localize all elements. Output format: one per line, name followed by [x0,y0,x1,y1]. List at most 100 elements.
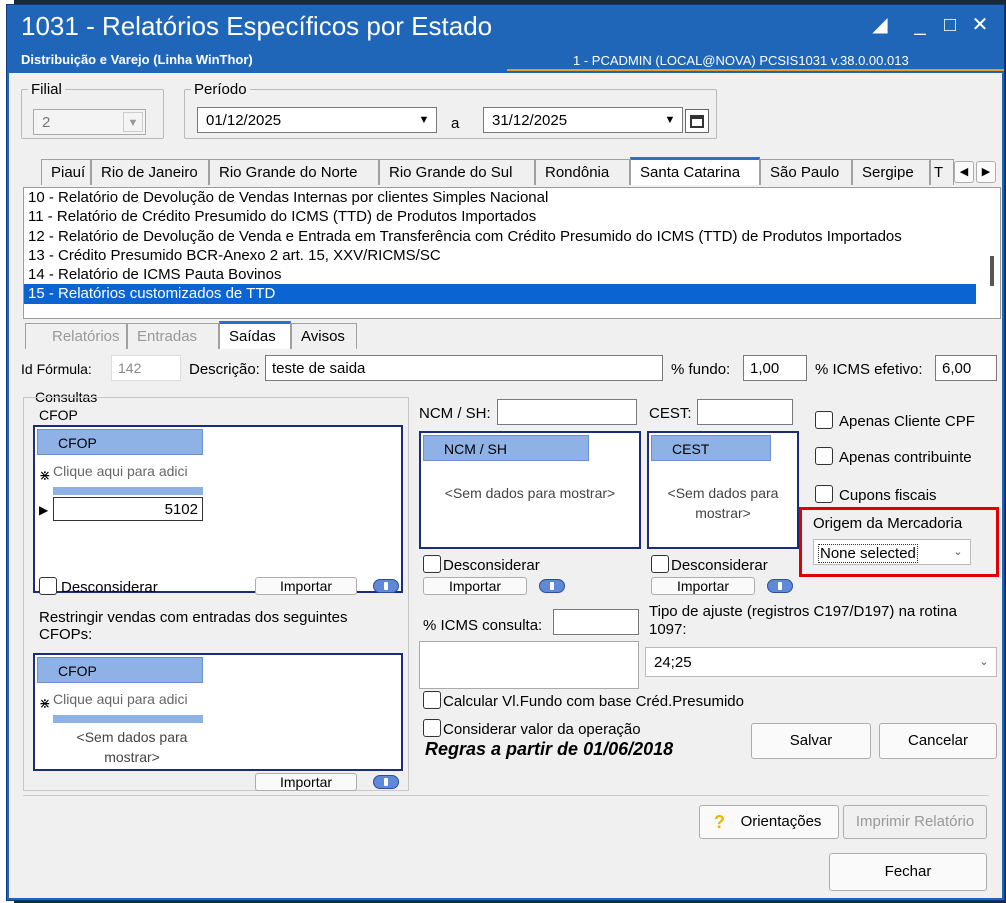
ajuste-label: Tipo de ajuste (registros C197/D197) na … [649,603,957,638]
tab-sergipe[interactable]: Sergipe [852,159,930,185]
grid-divider [53,715,203,723]
restore-icon[interactable]: ◢ [865,11,895,39]
tab-avisos[interactable]: Avisos [291,323,357,349]
cancelar-button[interactable]: Cancelar [879,723,997,759]
ncm-field[interactable] [497,399,637,425]
list-item[interactable]: 10 - Relatório de Devolução de Vendas In… [24,188,1000,207]
tab-entradas[interactable]: Entradas [127,323,219,349]
chevron-down-icon[interactable]: ▼ [660,110,680,130]
regras-text: Regras a partir de 01/06/2018 [425,739,674,759]
ncm-nodata: <Sem dados para mostrar> [444,485,616,501]
ncm-desconsiderar-checkbox[interactable] [423,555,441,573]
restringir-importar-button[interactable]: Importar [255,773,357,791]
period-end-date[interactable]: 31/12/2025 ▼ [483,107,683,133]
contribuinte-checkbox[interactable] [815,447,833,465]
icms-consulta-area[interactable] [419,641,639,689]
cpf-label: Apenas Cliente CPF [839,413,975,430]
restringir-new-row[interactable]: Clique aqui para adici [53,691,188,707]
tab-relatorios[interactable]: Relatórios [25,323,127,349]
imprimir-button[interactable]: Imprimir Relatório [843,805,987,839]
window-subtitle: Distribuição e Varejo (Linha WinThor) [21,52,253,67]
period-start-date[interactable]: 01/12/2025 ▼ [197,107,437,133]
list-item[interactable]: 12 - Relatório de Devolução de Venda e E… [24,227,1000,246]
origem-label: Origem da Mercadoria [813,515,963,532]
tab-rio-grande-do-sul[interactable]: Rio Grande do Sul [379,159,535,185]
descricao-label: Descrição: [189,361,260,378]
tab-piaui[interactable]: Piauí [41,159,91,185]
scroll-right-icon[interactable]: ▶ [976,161,996,183]
tab-t[interactable]: T [930,159,954,185]
row-pointer-icon: ▶ [39,503,49,517]
chevron-down-icon[interactable]: ▼ [123,112,143,132]
fundo-field[interactable]: 1,00 [743,355,807,381]
list-item-selected[interactable]: 15 - Relatórios customizados de TTD [24,284,976,304]
tab-rio-de-janeiro[interactable]: Rio de Janeiro [91,159,209,185]
cest-desconsiderar-checkbox[interactable] [651,555,669,573]
toggle-icon[interactable] [767,579,793,593]
fechar-button[interactable]: Fechar [829,853,987,891]
new-row-marker-icon: ⋇ [39,467,51,483]
calendar-icon[interactable] [685,109,709,133]
cfop-label: CFOP [39,407,78,423]
client-area: Filial 2 ▼ Período 01/12/2025 ▼ a 31/12/… [9,73,1002,898]
cfop-new-row[interactable]: Clique aqui para adici [53,463,188,479]
cest-label: CEST: [649,405,692,422]
tab-sao-paulo[interactable]: São Paulo [760,159,852,185]
icms-efetivo-label: % ICMS efetivo: [815,361,923,378]
cest-desconsiderar-label: Desconsiderar [671,557,768,574]
list-item[interactable]: 13 - Crédito Presumido BCR-Anexo 2 art. … [24,246,1000,265]
origem-select[interactable]: None selected ⌄ [813,539,971,565]
icms-efetivo-field[interactable]: 6,00 [935,355,997,381]
cest-grid[interactable]: CEST <Sem dados para mostrar> [647,431,799,549]
cupons-checkbox[interactable] [815,485,833,503]
report-list[interactable]: 10 - Relatório de Devolução de Vendas In… [23,187,1001,319]
salvar-button[interactable]: Salvar [751,723,871,759]
help-icon: ? [714,812,725,832]
ncm-label: NCM / SH: [419,405,491,422]
toggle-icon[interactable] [539,579,565,593]
calcular-label: Calcular Vl.Fundo com base Créd.Presumid… [443,693,744,710]
ncm-grid-header: NCM / SH [423,435,589,461]
calcular-checkbox[interactable] [423,691,441,709]
descricao-field[interactable]: teste de saida [265,355,663,381]
icms-consulta-field[interactable] [553,609,639,635]
id-formula-label: Id Fórmula: [21,361,92,377]
tab-saidas[interactable]: Saídas [219,321,291,349]
tab-rondonia[interactable]: Rondônia [535,159,630,185]
period-end-value: 31/12/2025 [492,112,568,129]
icms-consulta-label: % ICMS consulta: [423,617,543,634]
list-scrollbar[interactable] [990,256,994,286]
maximize-icon[interactable]: □ [935,11,965,39]
title-bar[interactable]: 1031 - Relatórios Específicos por Estado… [7,5,1004,72]
cfop-importar-button[interactable]: Importar [255,577,357,595]
tab-rio-grande-do-norte[interactable]: Rio Grande do Norte [209,159,379,185]
list-item[interactable]: 14 - Relatório de ICMS Pauta Bovinos [24,265,1000,284]
list-item[interactable]: 11 - Relatório de Crédito Presumido do I… [24,207,1000,226]
considerar-checkbox[interactable] [423,719,441,737]
cest-field[interactable] [697,399,793,425]
ajuste-value: 24;25 [654,654,692,671]
main-window: 1031 - Relatórios Específicos por Estado… [6,4,1005,901]
ncm-grid[interactable]: NCM / SH <Sem dados para mostrar> [419,431,641,549]
ncm-importar-button[interactable]: Importar [423,577,527,595]
cfop-row-value[interactable]: 5102 [53,497,203,521]
restringir-label: Restringir vendas com entradas dos segui… [39,609,348,643]
period-start-value: 01/12/2025 [206,112,282,129]
minimize-icon[interactable]: _ [905,11,935,39]
chevron-down-icon[interactable]: ⌄ [948,542,968,562]
orientacoes-button[interactable]: ? Orientações [699,805,839,839]
chevron-down-icon[interactable]: ▼ [414,110,434,130]
cfop-desconsiderar-checkbox[interactable] [39,577,57,595]
restringir-grid[interactable]: CFOP ⋇ Clique aqui para adici <Sem dados… [33,653,403,771]
chevron-down-icon[interactable]: ⌄ [974,652,994,672]
filial-select[interactable]: 2 ▼ [33,109,146,135]
toggle-icon[interactable] [373,579,399,593]
cpf-checkbox[interactable] [815,411,833,429]
cest-importar-button[interactable]: Importar [651,577,755,595]
toggle-icon[interactable] [373,775,399,789]
tab-santa-catarina[interactable]: Santa Catarina [630,157,760,185]
close-icon[interactable]: ✕ [965,11,995,39]
scroll-left-icon[interactable]: ◀ [954,161,974,183]
cfop-grid[interactable]: CFOP ⋇ Clique aqui para adici ▶ 5102 [33,425,403,593]
ajuste-select[interactable]: 24;25 ⌄ [645,647,997,677]
